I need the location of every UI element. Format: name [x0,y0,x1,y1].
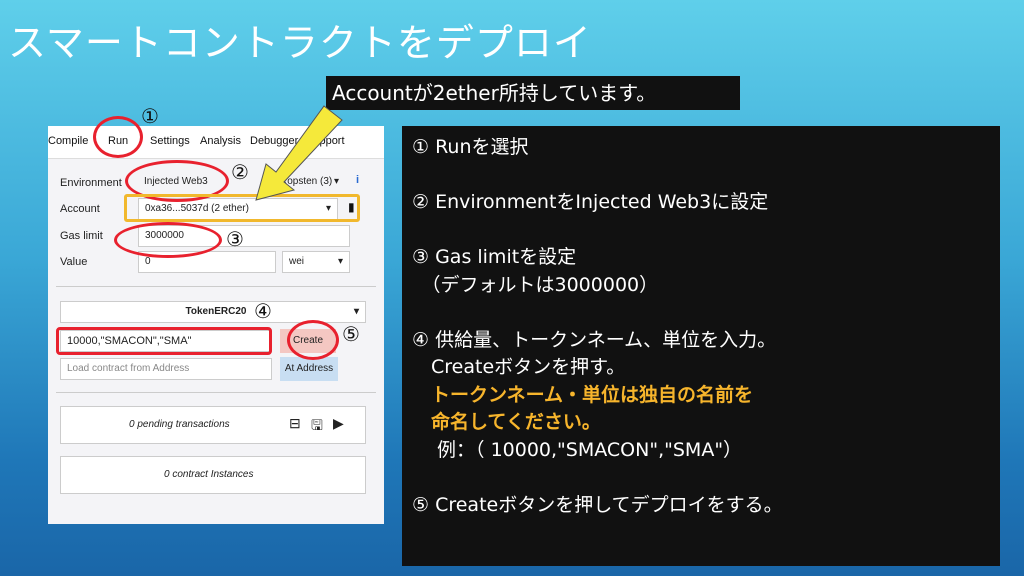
gas-limit-highlight [114,222,222,258]
slide-title: スマートコントラクトをデプロイ [8,21,592,65]
pending-transactions-box: 0 pending transactions ⊟ 🖫 ▶ [60,406,366,444]
marker-1: ① [141,104,159,128]
step-line: ③ Gas limitを設定 [412,246,577,268]
load-address-input[interactable]: Load contract from Address [60,358,272,380]
create-button-highlight [287,320,339,360]
at-address-button[interactable]: At Address [280,357,338,381]
step-line [412,162,1000,190]
divider [56,392,376,393]
contract-instances-text: 0 contract Instances [164,469,254,480]
account-label: Account [60,203,100,215]
step-line [412,217,1000,245]
marker-3: ③ [226,227,244,251]
marker-5: ⑤ [342,322,360,346]
gas-limit-label: Gas limit [60,230,103,242]
instructions-panel: ① Runを選択 ② EnvironmentをInjected Web3に設定 … [402,126,1000,566]
step-line: 例：（ 10000,"SMACON","SMA"） [412,438,743,461]
arrow-icon [255,105,343,201]
step-line: ① Runを選択 [412,136,529,158]
run-tab-highlight [93,116,143,158]
step-line [412,464,1000,492]
step-line [412,299,1000,327]
step-line: ④ 供給量、トークンネーム、単位を入力。 [412,328,777,351]
environment-label: Environment [60,177,122,189]
constructor-args-highlight [56,327,272,355]
value-unit-select[interactable]: wei ▾ [282,251,350,273]
contract-select[interactable]: TokenERC20 ▾ [60,301,366,323]
chevron-down-icon: ▾ [337,256,343,267]
step-line: ⑤ Createボタンを押してデプロイをする。 [412,493,783,516]
step-emphasis: トークンネーム・単位は独自の名前を [412,383,754,406]
play-icon[interactable]: ▶ [333,415,344,432]
tab-settings[interactable]: Settings [150,135,190,147]
info-icon[interactable]: i [356,174,359,186]
clear-icon[interactable]: ⊟ [289,415,301,432]
tab-compile[interactable]: Compile [48,135,88,147]
step-line: （デフォルトは3000000） [412,273,659,296]
contract-name: TokenERC20 [185,306,247,317]
marker-4: ④ [254,299,272,323]
save-icon[interactable]: 🖫 [311,415,323,439]
chevron-down-icon: ▾ [353,306,359,317]
divider [56,286,376,287]
pending-transactions-text: 0 pending transactions [129,419,230,430]
contract-instances-box: 0 contract Instances [60,456,366,494]
step-emphasis: 命名してください。 [412,411,601,433]
account-note: Accountが2ether所持しています。 [326,76,740,110]
step-line: Createボタンを押す。 [412,356,626,378]
step-line: ② EnvironmentをInjected Web3に設定 [412,191,769,213]
value-unit: wei [289,256,305,267]
tab-analysis[interactable]: Analysis [200,135,241,147]
marker-2: ② [231,160,249,184]
value-label: Value [60,256,88,268]
